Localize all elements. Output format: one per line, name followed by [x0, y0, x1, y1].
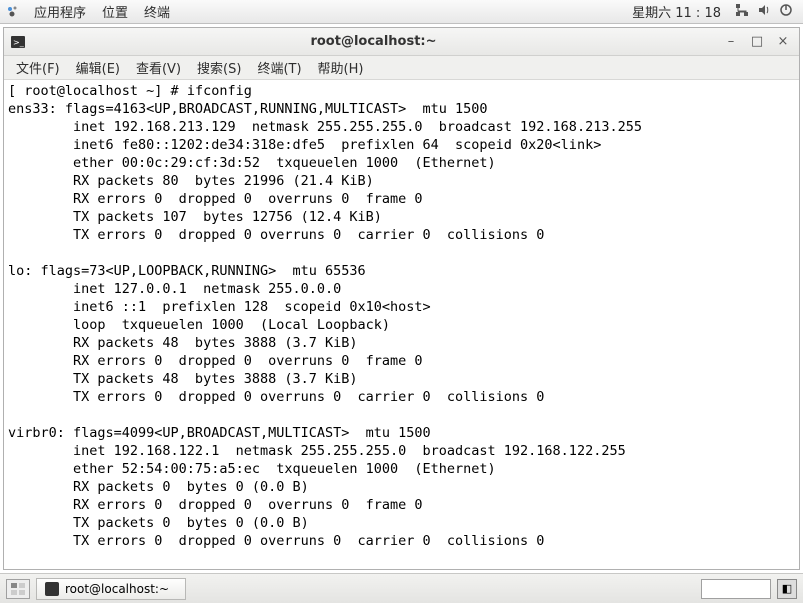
places-menu[interactable]: 位置	[94, 2, 136, 21]
close-button[interactable]: ×	[773, 34, 793, 50]
titlebar[interactable]: >_ root@localhost:~ – □ ×	[4, 28, 799, 56]
menubar: 文件(F) 编辑(E) 查看(V) 搜索(S) 终端(T) 帮助(H)	[4, 56, 799, 80]
power-icon[interactable]	[775, 3, 797, 21]
input-method-field[interactable]	[701, 579, 771, 599]
menu-edit[interactable]: 编辑(E)	[68, 58, 128, 77]
terminal-menu[interactable]: 终端	[136, 2, 178, 21]
top-panel: 应用程序 位置 终端 星期六 11 : 18	[0, 0, 803, 24]
menu-help[interactable]: 帮助(H)	[310, 58, 372, 77]
task-terminal[interactable]: root@localhost:~	[36, 578, 186, 600]
menu-view[interactable]: 查看(V)	[128, 58, 189, 77]
task-label: root@localhost:~	[65, 582, 169, 596]
clock[interactable]: 星期六 11 : 18	[622, 2, 731, 21]
menu-file[interactable]: 文件(F)	[8, 58, 68, 77]
menu-search[interactable]: 搜索(S)	[189, 58, 249, 77]
output-text: ens33: flags=4163<UP,BROADCAST,RUNNING,M…	[8, 101, 642, 549]
taskbar: root@localhost:~ ◧	[0, 573, 803, 603]
gnome-logo-icon	[6, 5, 20, 19]
maximize-button[interactable]: □	[747, 34, 767, 50]
terminal-icon	[45, 582, 59, 596]
volume-icon[interactable]	[753, 3, 775, 21]
command: ifconfig	[187, 83, 252, 99]
minimize-button[interactable]: –	[721, 34, 741, 50]
terminal-icon: >_	[10, 34, 26, 50]
terminal-output[interactable]: [ root@localhost ~] # ifconfig ens33: fl…	[4, 80, 799, 569]
svg-text:>_: >_	[13, 38, 25, 47]
notification-area-icon[interactable]: ◧	[777, 579, 797, 599]
workspace-switcher[interactable]	[6, 579, 30, 599]
window-title: root@localhost:~	[32, 34, 715, 49]
network-icon[interactable]	[731, 3, 753, 21]
menu-terminal[interactable]: 终端(T)	[249, 58, 309, 77]
terminal-window: >_ root@localhost:~ – □ × 文件(F) 编辑(E) 查看…	[3, 27, 800, 570]
applications-menu[interactable]: 应用程序	[26, 2, 94, 21]
prompt: [ root@localhost ~] #	[8, 83, 187, 99]
